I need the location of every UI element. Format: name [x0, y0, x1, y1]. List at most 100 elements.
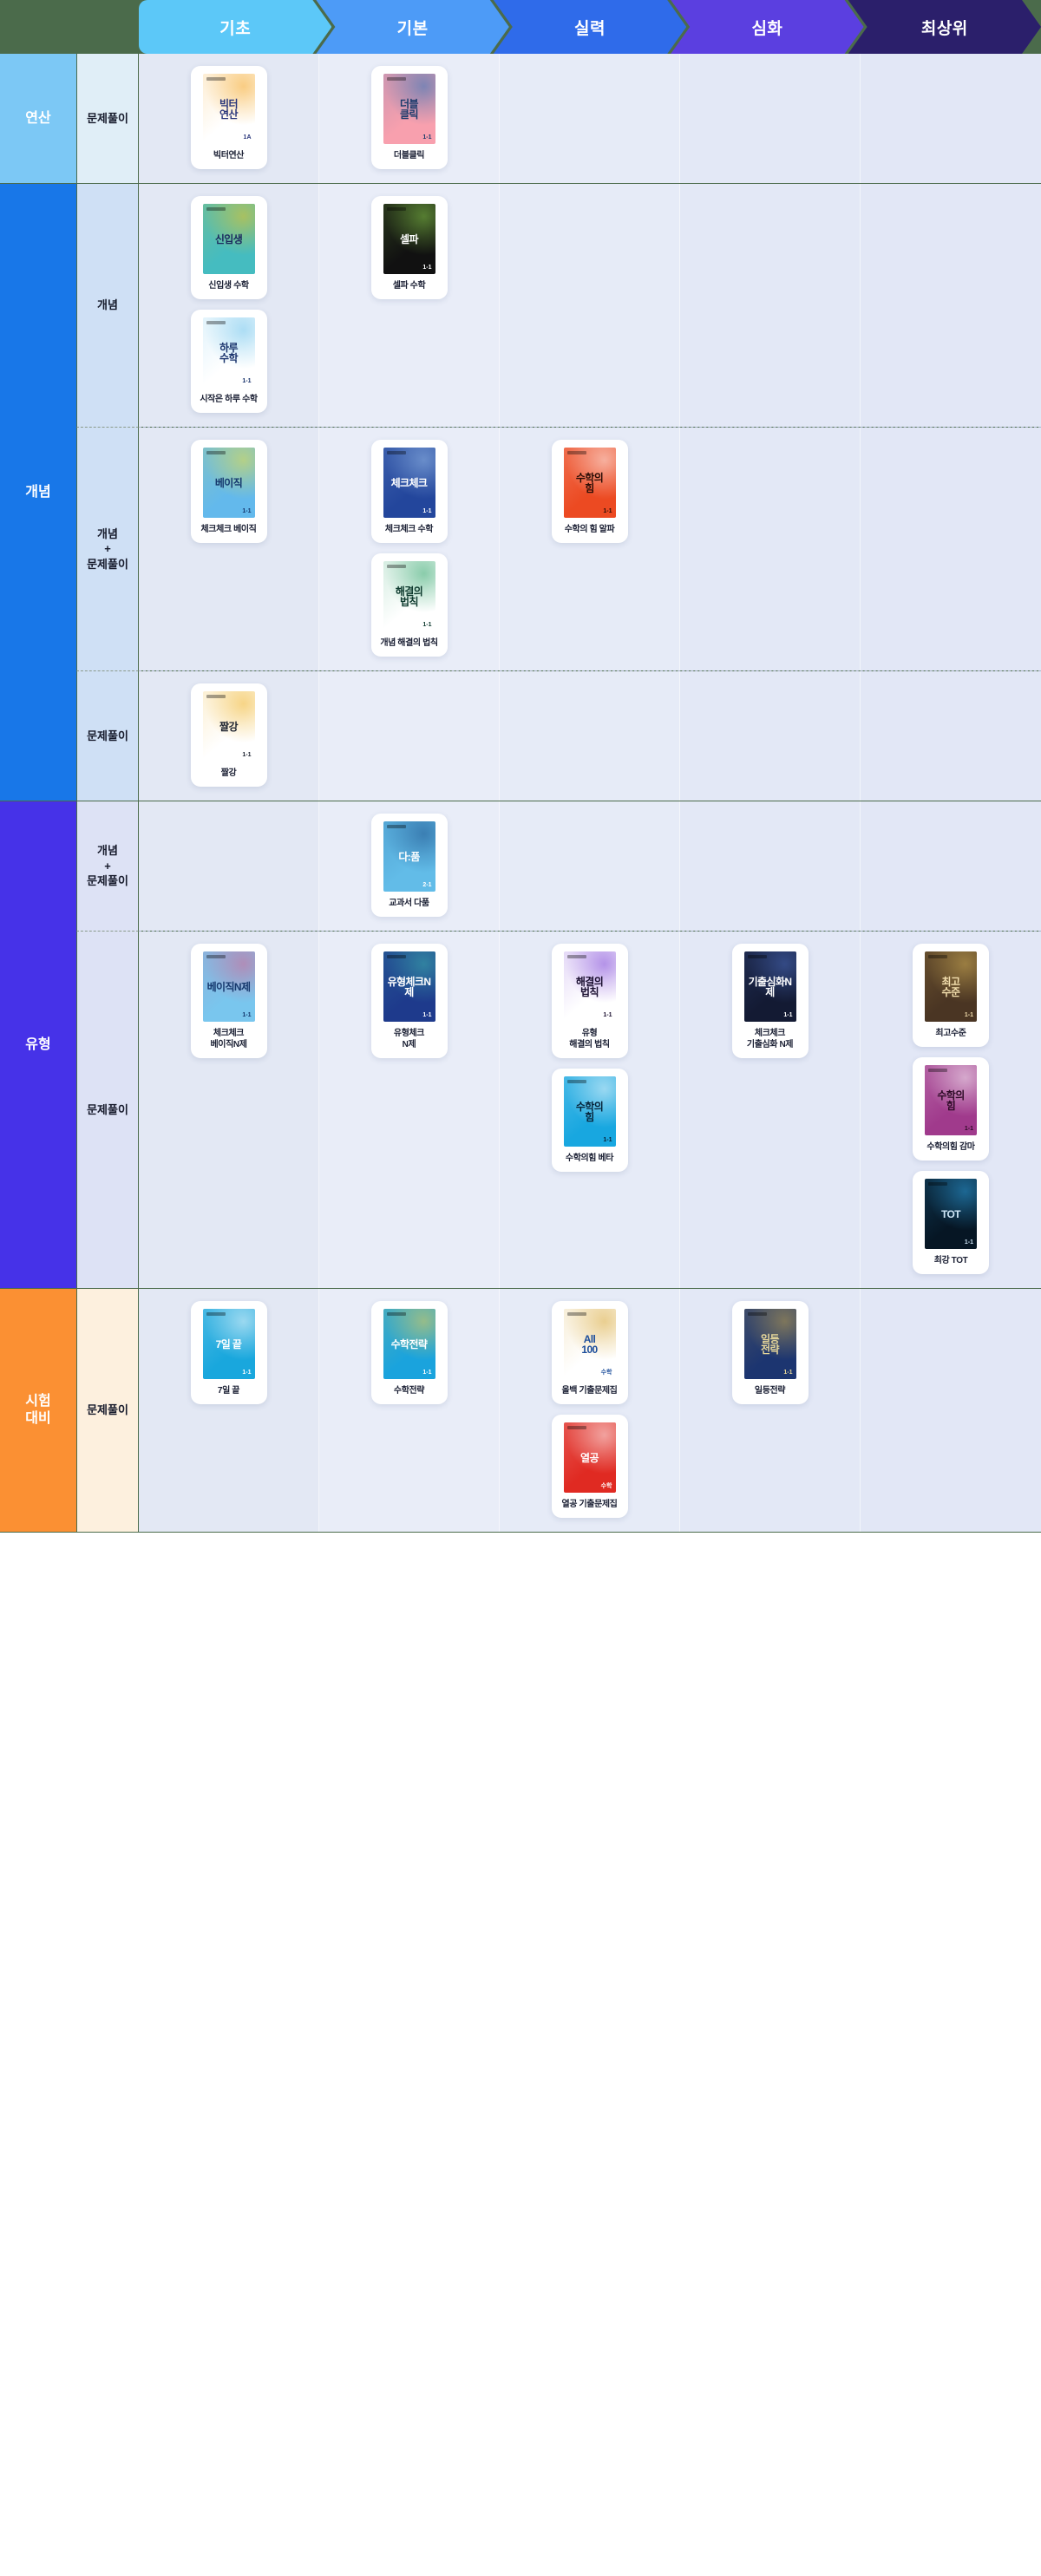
- book-card[interactable]: 체크체크 1-1 체크체크 수학: [370, 440, 448, 543]
- level-header-label: 기초: [219, 19, 252, 38]
- book-card[interactable]: 최고 수준 1-1 최고수준: [913, 944, 989, 1047]
- subcategory-label-0[interactable]: 문제풀이: [76, 54, 139, 184]
- matrix-row-4: 다:품 2-1 교과서 다품: [139, 801, 1041, 932]
- publisher-badge-icon: [206, 451, 226, 454]
- book-card[interactable]: 신입생 신입생 수학: [190, 196, 267, 299]
- matrix-body: 연산 문제풀이 빅터 연산 1A 빅터연산 더블 클릭 1-1 더블클릭 개념 개념 신입생 신입생 …: [0, 54, 1041, 1533]
- matrix-cell-r1-c1: 셀파 1-1 셀파 수학: [319, 184, 500, 427]
- cover-grade-label: 1-1: [964, 1239, 973, 1246]
- subcategory-label-1[interactable]: 개념: [76, 184, 139, 428]
- category-label-1[interactable]: 개념: [0, 184, 76, 801]
- book-title: 일등전략: [754, 1386, 786, 1396]
- book-card[interactable]: 더블 클릭 1-1 더블클릭: [370, 66, 448, 169]
- cover-title: 수학의 힘: [575, 1100, 604, 1123]
- book-card[interactable]: 유형체크N제 1-1 유형체크 N제: [370, 944, 448, 1058]
- matrix-cell-r5-c1: 유형체크N제 1-1 유형체크 N제: [319, 932, 500, 1288]
- cover-title: 7일 끝: [215, 1337, 242, 1350]
- book-card[interactable]: 7일 끝 1-1 7일 끝: [190, 1301, 267, 1404]
- book-card[interactable]: 일등 전략 1-1 일등전략: [731, 1301, 809, 1404]
- publisher-badge-icon: [928, 1182, 947, 1186]
- matrix-cell-r6-c1: 수학전략 1-1 수학전략: [319, 1289, 500, 1532]
- cover-grade-label: 2-1: [422, 882, 432, 888]
- book-card[interactable]: 짤강 1-1 짤강: [190, 683, 267, 787]
- book-card[interactable]: 빅터 연산 1A 빅터연산: [190, 66, 267, 169]
- publisher-badge-icon: [928, 955, 947, 958]
- level-header-cells: 기초 기본 실력 심화 최상위: [139, 0, 1041, 54]
- level-header-3[interactable]: 실력: [494, 0, 686, 54]
- cover-grade-label: 1-1: [603, 1012, 612, 1018]
- book-card[interactable]: 수학의 힘 1-1 수학의힘 베타: [551, 1069, 628, 1172]
- book-card[interactable]: 해결의 법칙 1-1 개념 해결의 법칙: [370, 553, 448, 657]
- cover-title: 열공: [580, 1451, 599, 1464]
- book-cover: 열공 수학: [563, 1422, 616, 1493]
- book-cover: 빅터 연산 1A: [202, 74, 255, 144]
- publisher-badge-icon: [386, 825, 406, 828]
- level-header-4[interactable]: 심화: [671, 0, 863, 54]
- book-card[interactable]: 수학의 힘 1-1 수학의힘 감마: [913, 1057, 989, 1161]
- matrix-cell-r3-c2: [500, 671, 680, 801]
- publisher-badge-icon: [386, 451, 406, 454]
- book-title: 수학전략: [393, 1386, 425, 1396]
- matrix-cell-r6-c4: [861, 1289, 1041, 1532]
- level-header-label: 최상위: [920, 19, 968, 38]
- matrix-cell-r0-c2: [500, 54, 680, 183]
- subcategory-label-6[interactable]: 문제풀이: [76, 1289, 139, 1533]
- book-card[interactable]: 해결의 법칙 1-1 유형 해결의 법칙: [551, 944, 628, 1058]
- book-card[interactable]: 베이직 1-1 체크체크 베이직: [190, 440, 267, 543]
- publisher-badge-icon: [386, 955, 406, 958]
- matrix-row-5: 베이직N제 1-1 체크체크 베이직N제 유형체크N제 1-1 유형체크 N제 해결의 법칙…: [139, 932, 1041, 1289]
- cover-title: 다:품: [398, 850, 420, 863]
- cover-title: 베이직N제: [206, 980, 251, 993]
- cover-title: TOT: [941, 1207, 961, 1220]
- level-header-5[interactable]: 최상위: [848, 0, 1041, 54]
- book-cover: 일등 전략 1-1: [743, 1309, 796, 1379]
- category-label-0[interactable]: 연산: [0, 54, 76, 184]
- book-card[interactable]: 수학전략 1-1 수학전략: [370, 1301, 448, 1404]
- book-card[interactable]: 베이직N제 1-1 체크체크 베이직N제: [190, 944, 267, 1058]
- matrix-cell-r1-c3: [680, 184, 861, 427]
- book-title: 개념 해결의 법칙: [380, 638, 438, 648]
- level-header-1[interactable]: 기초: [139, 0, 331, 54]
- publisher-badge-icon: [386, 77, 406, 81]
- matrix-cell-r0-c3: [680, 54, 861, 183]
- matrix-cell-r6-c2: All 100 수학 올백 기출문제집열공 수학 열공 기출문제집: [500, 1289, 680, 1532]
- book-card[interactable]: 하루 수학 1-1 시작은 하루 수학: [190, 310, 267, 413]
- book-cover: 하루 수학 1-1: [202, 317, 255, 388]
- publisher-badge-icon: [206, 955, 226, 958]
- cover-title: 유형체크N제: [387, 975, 431, 998]
- book-card[interactable]: 수학의 힘 1-1 수학의 힘 알파: [551, 440, 628, 543]
- category-label-6[interactable]: 시험 대비: [0, 1289, 76, 1533]
- cover-grade-label: 1-1: [603, 508, 612, 514]
- book-card[interactable]: 다:품 2-1 교과서 다품: [370, 814, 448, 917]
- matrix-cell-r5-c3: 기출심화N제 1-1 체크체크 기출심화 N제: [680, 932, 861, 1288]
- cover-grade-label: 1-1: [242, 752, 252, 758]
- book-title: 올백 기출문제집: [561, 1386, 618, 1396]
- publisher-badge-icon: [566, 1312, 586, 1316]
- book-card[interactable]: 열공 수학 열공 기출문제집: [551, 1415, 628, 1518]
- book-cover: 해결의 법칙 1-1: [383, 561, 435, 631]
- matrix-cell-r3-c1: [319, 671, 500, 801]
- matrix-row-3: 짤강 1-1 짤강: [139, 671, 1041, 801]
- book-card[interactable]: TOT 1-1 최강 TOT: [913, 1171, 989, 1274]
- book-title: 시작은 하루 수학: [200, 395, 258, 404]
- book-cover: 베이직 1-1: [202, 448, 255, 518]
- level-header-2[interactable]: 기본: [316, 0, 508, 54]
- subcategory-label-5[interactable]: 문제풀이: [76, 932, 139, 1289]
- book-card[interactable]: 셀파 1-1 셀파 수학: [370, 196, 448, 299]
- category-label-4[interactable]: 유형: [0, 801, 76, 1289]
- subcategory-label-3[interactable]: 문제풀이: [76, 671, 139, 801]
- book-cover: 기출심화N제 1-1: [743, 951, 796, 1022]
- book-card[interactable]: 기출심화N제 1-1 체크체크 기출심화 N제: [731, 944, 809, 1058]
- cover-title: 수학의 힘: [575, 471, 604, 494]
- book-cover: 수학의 힘 1-1: [563, 1076, 616, 1147]
- book-cover: 체크체크 1-1: [383, 448, 435, 518]
- book-cover: 수학의 힘 1-1: [925, 1065, 977, 1135]
- matrix-cell-r4-c1: 다:품 2-1 교과서 다품: [319, 801, 500, 931]
- publisher-badge-icon: [928, 1069, 947, 1072]
- book-title: 체크체크 기출심화 N제: [746, 1029, 794, 1049]
- cover-title: 일등 전략: [761, 1332, 779, 1356]
- subcategory-label-4[interactable]: 개념 + 문제풀이: [76, 801, 139, 932]
- subcategory-label-2[interactable]: 개념 + 문제풀이: [76, 428, 139, 671]
- book-card[interactable]: All 100 수학 올백 기출문제집: [551, 1301, 628, 1404]
- book-cover: 수학의 힘 1-1: [563, 448, 616, 518]
